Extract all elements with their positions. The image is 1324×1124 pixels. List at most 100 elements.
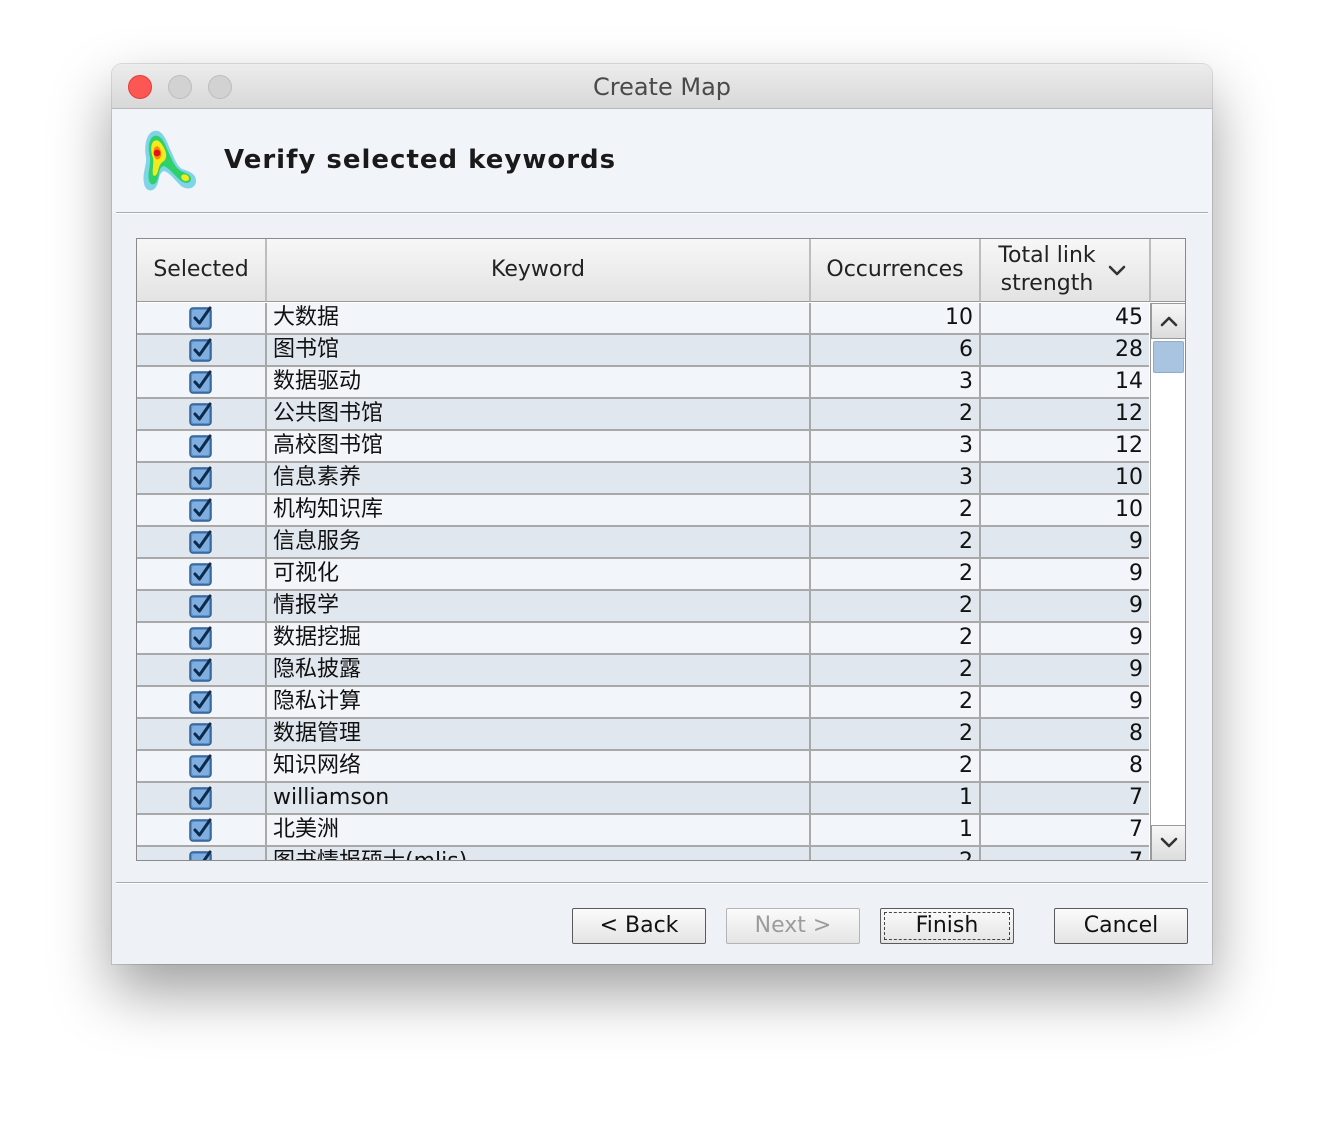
table-row[interactable]: 隐私披露 2 9	[137, 655, 1149, 687]
cancel-button[interactable]: Cancel	[1054, 908, 1188, 944]
total-link-strength-cell: 10	[1115, 465, 1143, 490]
total-link-strength-cell: 9	[1129, 625, 1143, 650]
table-row[interactable]: 数据管理 2 8	[137, 719, 1149, 751]
selected-checkbox[interactable]	[137, 431, 267, 461]
selected-checkbox[interactable]	[137, 655, 267, 685]
table-row[interactable]: 大数据 10 45	[137, 303, 1149, 335]
total-link-strength-cell: 7	[1129, 817, 1143, 842]
total-link-strength-cell: 9	[1129, 561, 1143, 586]
checkbox-checked-icon	[189, 498, 212, 522]
selected-checkbox[interactable]	[137, 559, 267, 589]
occurrences-cell: 2	[811, 527, 981, 557]
selected-checkbox[interactable]	[137, 527, 267, 557]
table-row[interactable]: 数据驱动 3 14	[137, 367, 1149, 399]
back-button[interactable]: < Back	[572, 908, 706, 944]
selected-checkbox[interactable]	[137, 847, 267, 860]
selected-checkbox[interactable]	[137, 623, 267, 653]
selected-checkbox[interactable]	[137, 815, 267, 845]
table-row[interactable]: 高校图书馆 3 12	[137, 431, 1149, 463]
keyword-cell: 图书情报硕士(mlis)	[267, 847, 811, 860]
occurrences-cell: 1	[811, 815, 981, 845]
column-header-keyword[interactable]: Keyword	[267, 239, 811, 302]
table-row[interactable]: 可视化 2 9	[137, 559, 1149, 591]
selected-checkbox[interactable]	[137, 687, 267, 717]
keyword-cell: 数据管理	[267, 719, 811, 749]
table-row[interactable]: 信息素养 3 10	[137, 463, 1149, 495]
keyword-cell: 机构知识库	[267, 495, 811, 525]
table-row[interactable]: 北美洲 1 7	[137, 815, 1149, 847]
occurrences-cell: 2	[811, 495, 981, 525]
total-link-strength-cell: 8	[1129, 753, 1143, 778]
occurrences-cell: 2	[811, 751, 981, 781]
table-row[interactable]: 图书情报硕士(mlis)27	[137, 847, 1149, 860]
keyword-cell: 大数据	[267, 303, 811, 333]
occurrences-cell: 6	[811, 335, 981, 365]
step-title: Verify selected keywords	[224, 145, 617, 175]
keyword-cell: 北美洲	[267, 815, 811, 845]
table-row[interactable]: 知识网络 2 8	[137, 751, 1149, 783]
keyword-cell: 高校图书馆	[267, 431, 811, 461]
occurrences-cell: 1	[811, 783, 981, 813]
checkbox-checked-icon	[189, 562, 212, 586]
finish-button[interactable]: Finish	[880, 908, 1014, 944]
create-map-dialog: Create Map Verify selected keywords Sele…	[112, 64, 1212, 964]
selected-checkbox[interactable]	[137, 303, 267, 333]
selected-checkbox[interactable]	[137, 463, 267, 493]
total-link-strength-cell: 28	[1115, 337, 1143, 362]
wizard-header: Verify selected keywords	[112, 109, 1212, 213]
checkbox-checked-icon	[189, 402, 212, 426]
scroll-up-button[interactable]	[1151, 303, 1185, 339]
title-bar: Create Map	[112, 64, 1212, 109]
keyword-cell: 隐私披露	[267, 655, 811, 685]
table-row[interactable]: 信息服务 2 9	[137, 527, 1149, 559]
scroll-down-button[interactable]	[1151, 825, 1185, 860]
column-header-total-link-strength[interactable]: Total link strength	[981, 239, 1151, 302]
occurrences-cell: 2	[811, 687, 981, 717]
checkbox-checked-icon	[189, 434, 212, 458]
selected-checkbox[interactable]	[137, 783, 267, 813]
selected-checkbox[interactable]	[137, 751, 267, 781]
keyword-cell: 数据挖掘	[267, 623, 811, 653]
total-link-strength-cell: 14	[1115, 369, 1143, 394]
scrollbar-thumb[interactable]	[1153, 341, 1184, 373]
total-link-strength-cell: 9	[1129, 689, 1143, 714]
table-row[interactable]: 数据挖掘 2 9	[137, 623, 1149, 655]
total-link-strength-cell: 9	[1129, 529, 1143, 554]
column-header-occurrences[interactable]: Occurrences	[811, 239, 981, 302]
checkbox-checked-icon	[189, 370, 212, 394]
table-row[interactable]: 公共图书馆 2 12	[137, 399, 1149, 431]
total-link-strength-cell: 7	[1129, 785, 1143, 810]
column-header-selected[interactable]: Selected	[137, 239, 267, 302]
selected-checkbox[interactable]	[137, 719, 267, 749]
checkbox-checked-icon	[189, 530, 212, 554]
table-row[interactable]: 图书馆 6 28	[137, 335, 1149, 367]
checkbox-checked-icon	[189, 594, 212, 618]
table-row[interactable]: 情报学 2 9	[137, 591, 1149, 623]
table-header: Selected Keyword Occurrences Total link …	[137, 239, 1185, 303]
selected-checkbox[interactable]	[137, 399, 267, 429]
selected-checkbox[interactable]	[137, 591, 267, 621]
checkbox-checked-icon	[189, 338, 212, 362]
checkbox-checked-icon	[189, 754, 212, 778]
occurrences-cell: 2	[811, 591, 981, 621]
next-button[interactable]: Next >	[726, 908, 860, 944]
total-link-strength-cell: 45	[1115, 305, 1143, 330]
occurrences-cell: 10	[811, 303, 981, 333]
keyword-cell: williamson	[267, 783, 811, 813]
table-row[interactable]: williamson 1 7	[137, 783, 1149, 815]
total-link-strength-cell: 9	[1129, 593, 1143, 618]
occurrences-cell: 3	[811, 367, 981, 397]
chevron-up-icon	[1160, 316, 1177, 327]
total-link-strength-cell: 12	[1115, 433, 1143, 458]
table-row[interactable]: 隐私计算 2 9	[137, 687, 1149, 719]
selected-checkbox[interactable]	[137, 367, 267, 397]
vertical-scrollbar[interactable]	[1150, 303, 1185, 860]
checkbox-checked-icon	[189, 658, 212, 682]
table-row[interactable]: 机构知识库 2 10	[137, 495, 1149, 527]
selected-checkbox[interactable]	[137, 335, 267, 365]
occurrences-cell: 2	[811, 655, 981, 685]
keyword-cell: 信息素养	[267, 463, 811, 493]
occurrences-cell: 2	[811, 559, 981, 589]
selected-checkbox[interactable]	[137, 495, 267, 525]
total-link-strength-cell: 10	[1115, 497, 1143, 522]
